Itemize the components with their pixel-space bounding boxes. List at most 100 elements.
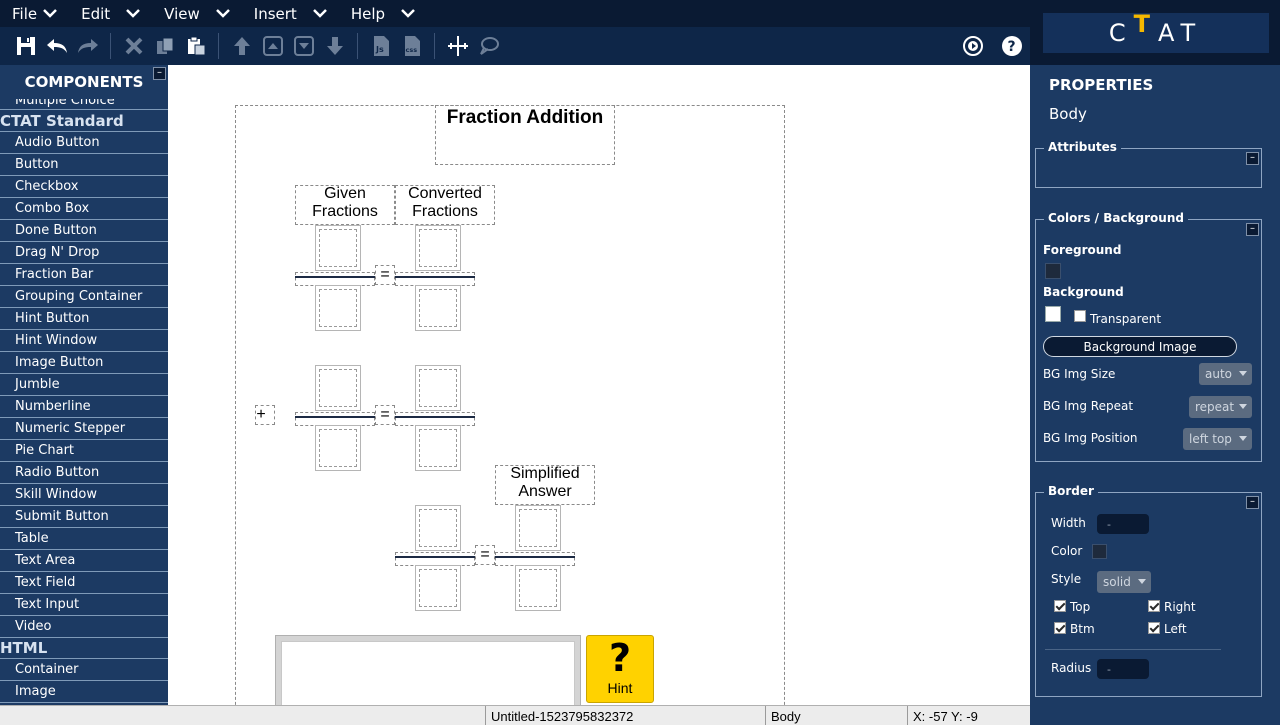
plus-sign: +: [256, 406, 266, 423]
javascript-file-icon[interactable]: Js: [369, 34, 393, 58]
editor-canvas[interactable]: Fraction Addition Given Fractions Conver…: [168, 65, 1030, 705]
simplified-numerator[interactable]: [515, 505, 561, 551]
css-file-icon[interactable]: css: [400, 34, 424, 58]
transparent-checkbox[interactable]: [1074, 310, 1086, 322]
given-fractions-line2: Fractions: [312, 203, 378, 220]
chevron-down-icon[interactable]: [126, 9, 141, 18]
border-width-input[interactable]: -: [1097, 514, 1149, 534]
component-item-jumble[interactable]: Jumble: [0, 374, 168, 396]
component-item-video[interactable]: Video: [0, 616, 168, 638]
colors-collapse-button[interactable]: –: [1246, 223, 1259, 236]
undo-icon[interactable]: [45, 34, 69, 58]
fraction-bar-converted-1[interactable]: [395, 272, 475, 286]
hint-button[interactable]: ? Hint: [586, 635, 654, 703]
bg-img-repeat-select[interactable]: repeat: [1189, 396, 1252, 418]
component-item-drag-n-drop[interactable]: Drag N' Drop: [0, 242, 168, 264]
component-item-radio-button[interactable]: Radio Button: [0, 462, 168, 484]
component-category-html[interactable]: HTML: [0, 638, 168, 659]
comment-bubble-icon[interactable]: [477, 34, 501, 58]
menu-file[interactable]: File: [0, 0, 69, 27]
component-item-partial[interactable]: Multiple Choice: [0, 99, 168, 110]
given-numerator-2[interactable]: [315, 365, 361, 411]
border-left-checkbox[interactable]: [1148, 622, 1160, 634]
simplified-denominator[interactable]: [515, 565, 561, 611]
fraction-bar-simplified[interactable]: [495, 552, 575, 566]
fraction-bar-converted-2[interactable]: [395, 412, 475, 426]
component-item-numeric-stepper[interactable]: Numeric Stepper: [0, 418, 168, 440]
menu-help[interactable]: Help: [339, 0, 427, 27]
component-item-text-area[interactable]: Text Area: [0, 550, 168, 572]
component-item-grouping-container[interactable]: Grouping Container: [0, 286, 168, 308]
component-item-hint-window[interactable]: Hint Window: [0, 330, 168, 352]
given-denominator-1[interactable]: [315, 285, 361, 331]
move-up-icon[interactable]: [261, 34, 285, 58]
delete-icon[interactable]: [122, 34, 146, 58]
border-radius-input[interactable]: -: [1097, 659, 1149, 679]
chevron-down-icon[interactable]: [312, 9, 327, 18]
component-item-numberline[interactable]: Numberline: [0, 396, 168, 418]
given-numerator-1[interactable]: [315, 225, 361, 271]
attributes-collapse-button[interactable]: –: [1246, 152, 1259, 165]
redo-icon[interactable]: [76, 34, 100, 58]
hint-window[interactable]: [275, 635, 581, 705]
fraction-bar-sum[interactable]: [395, 552, 475, 566]
converted-numerator-2[interactable]: [415, 365, 461, 411]
border-top-checkbox[interactable]: [1054, 600, 1066, 612]
component-item-image-button[interactable]: Image Button: [0, 352, 168, 374]
move-top-icon[interactable]: [230, 34, 254, 58]
given-denominator-2[interactable]: [315, 425, 361, 471]
component-item-container[interactable]: Container: [0, 659, 168, 681]
component-item-text-field[interactable]: Text Field: [0, 572, 168, 594]
hint-window-content: [281, 641, 575, 705]
component-item-hint-button[interactable]: Hint Button: [0, 308, 168, 330]
component-item-done-button[interactable]: Done Button: [0, 220, 168, 242]
component-item-combo-box[interactable]: Combo Box: [0, 198, 168, 220]
save-icon[interactable]: [14, 34, 38, 58]
help-icon[interactable]: ?: [1000, 34, 1024, 58]
sum-numerator[interactable]: [415, 505, 461, 551]
chevron-down-icon[interactable]: [215, 9, 230, 18]
fraction-bar-given-1[interactable]: [295, 272, 375, 286]
menu-edit[interactable]: Edit: [69, 0, 152, 27]
border-color-swatch[interactable]: [1092, 544, 1107, 559]
bg-img-position-select[interactable]: left top: [1183, 428, 1252, 450]
sum-denominator[interactable]: [415, 565, 461, 611]
border-bottom-checkbox[interactable]: [1054, 622, 1066, 634]
chevron-down-icon[interactable]: [401, 9, 415, 18]
components-collapse-button[interactable]: –: [153, 67, 166, 80]
component-item-skill-window[interactable]: Skill Window: [0, 484, 168, 506]
paste-icon[interactable]: [184, 34, 208, 58]
component-item-submit-button[interactable]: Submit Button: [0, 506, 168, 528]
converted-numerator-1[interactable]: [415, 225, 461, 271]
chevron-down-icon[interactable]: [43, 9, 57, 18]
component-item-fraction-bar[interactable]: Fraction Bar: [0, 264, 168, 286]
foreground-color-swatch[interactable]: [1045, 263, 1061, 279]
align-guides-icon[interactable]: [446, 34, 470, 58]
components-title: COMPONENTS: [24, 73, 144, 91]
move-bottom-icon[interactable]: [323, 34, 347, 58]
component-item-text-input[interactable]: Text Input: [0, 594, 168, 616]
component-item-checkbox[interactable]: Checkbox: [0, 176, 168, 198]
copy-icon[interactable]: [153, 34, 177, 58]
menu-insert-label: Insert: [253, 4, 297, 23]
preview-play-icon[interactable]: [961, 34, 985, 58]
bg-img-size-value: auto: [1205, 367, 1233, 381]
component-item-audio-button[interactable]: Audio Button: [0, 132, 168, 154]
border-right-checkbox[interactable]: [1148, 600, 1160, 612]
converted-denominator-1[interactable]: [415, 285, 461, 331]
component-category-ctat[interactable]: CTAT Standard: [0, 110, 168, 132]
component-item-pie-chart[interactable]: Pie Chart: [0, 440, 168, 462]
background-color-swatch[interactable]: [1045, 306, 1061, 322]
converted-denominator-2[interactable]: [415, 425, 461, 471]
move-down-icon[interactable]: [292, 34, 316, 58]
background-image-button[interactable]: Background Image: [1043, 336, 1237, 357]
fraction-bar-given-2[interactable]: [295, 412, 375, 426]
border-collapse-button[interactable]: –: [1246, 496, 1259, 509]
menu-view[interactable]: View: [152, 0, 242, 27]
menu-insert[interactable]: Insert: [242, 0, 339, 27]
bg-img-size-select[interactable]: auto: [1199, 363, 1252, 385]
component-item-table[interactable]: Table: [0, 528, 168, 550]
component-item-button[interactable]: Button: [0, 154, 168, 176]
component-item-image[interactable]: Image: [0, 681, 168, 703]
border-style-select[interactable]: solid: [1097, 571, 1151, 593]
